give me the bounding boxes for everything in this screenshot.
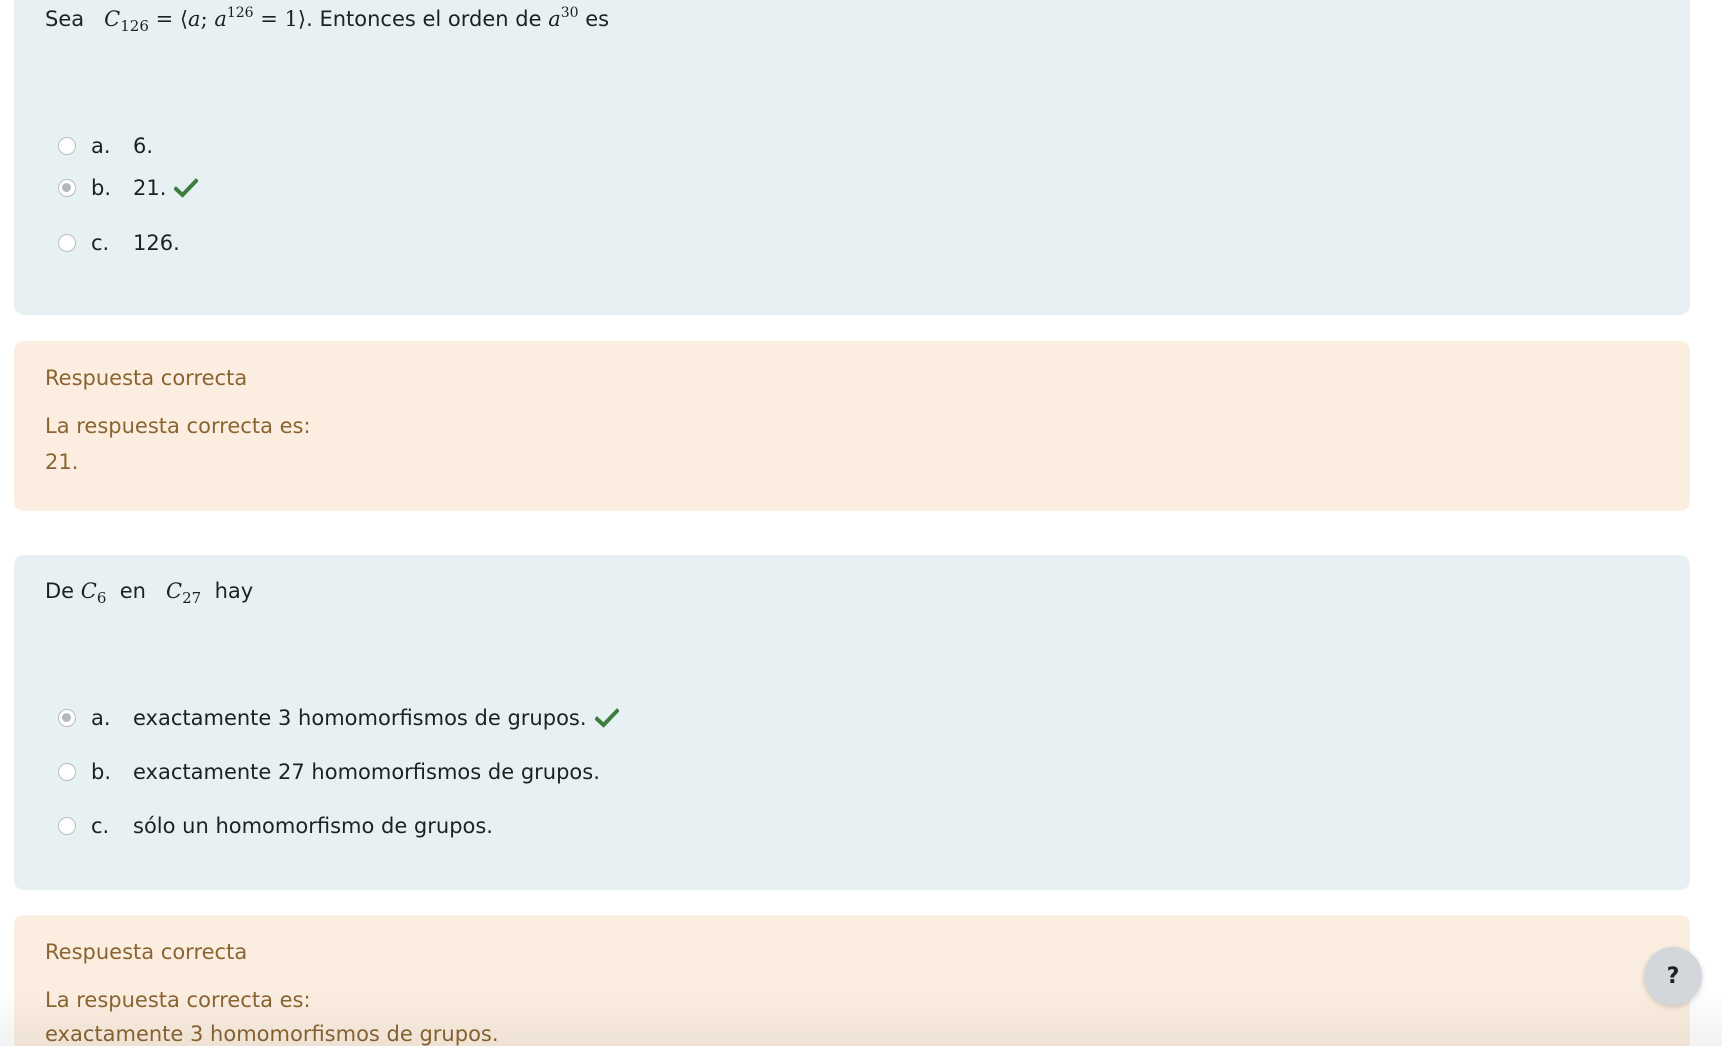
option-letter: c. — [91, 231, 110, 255]
correct-answer-value: 21. — [45, 450, 79, 474]
math-equals-one: = 1⟩ — [253, 7, 307, 31]
option-letter: b. — [91, 176, 112, 200]
option-letter: a. — [91, 134, 111, 158]
option-text: 21. — [133, 176, 167, 200]
question-mark-icon: ? — [1666, 963, 1680, 989]
question-1-panel: Sea C126 = ⟨a; a126 = 1⟩. Entonces el or… — [14, 0, 1690, 315]
option-letter: c. — [91, 814, 110, 838]
correct-answer-value: exactamente 3 homomorfismos de grupos. — [45, 1022, 499, 1046]
feedback-2-panel: Respuesta correcta La respuesta correcta… — [14, 915, 1690, 1046]
question-text-suffix: es — [585, 7, 610, 31]
radio-button[interactable] — [58, 234, 76, 252]
feedback-status: Respuesta correcta — [45, 940, 248, 964]
question-text-mid: . Entonces el orden de — [306, 7, 542, 31]
question-2-panel: De C6 en C27 hay a. exactamente 3 homomo… — [14, 555, 1690, 890]
question-1-text: Sea C126 = ⟨a; a126 = 1⟩. Entonces el or… — [45, 5, 609, 36]
math-C: C — [104, 7, 121, 31]
correct-answer-label: La respuesta correcta es: — [45, 414, 311, 438]
option-text: exactamente 27 homomorfismos de grupos. — [133, 760, 600, 784]
radio-button[interactable] — [58, 817, 76, 835]
answer-option-c[interactable]: c. 126. — [58, 228, 180, 258]
math-subscript: 27 — [182, 589, 202, 607]
radio-button-selected[interactable] — [58, 179, 76, 197]
math-superscript-30: 30 — [560, 5, 579, 21]
math-a-power: a — [214, 7, 227, 31]
correct-answer-label: La respuesta correcta es: — [45, 988, 311, 1012]
feedback-1-panel: Respuesta correcta La respuesta correcta… — [14, 341, 1690, 511]
answer-option-a[interactable]: a. exactamente 3 homomorfismos de grupos… — [58, 703, 619, 733]
question-text-prefix: De — [45, 579, 75, 603]
option-text: exactamente 3 homomorfismos de grupos. — [133, 706, 587, 730]
help-button[interactable]: ? — [1644, 947, 1702, 1005]
option-text: 126. — [133, 231, 180, 255]
question-text-prefix: Sea — [45, 7, 85, 31]
check-icon — [174, 178, 199, 198]
radio-button[interactable] — [58, 137, 76, 155]
option-text: 6. — [133, 134, 154, 158]
radio-button[interactable] — [58, 763, 76, 781]
answer-option-b[interactable]: b. 21. — [58, 173, 199, 203]
option-text: sólo un homomorfismo de grupos. — [133, 814, 493, 838]
answer-option-a[interactable]: a. 6. — [58, 131, 153, 161]
math-equals: = ⟨ — [155, 7, 189, 31]
math-C: C — [80, 579, 97, 603]
feedback-status: Respuesta correcta — [45, 366, 248, 390]
math-subscript: 6 — [96, 589, 107, 607]
radio-button-selected[interactable] — [58, 709, 76, 727]
answer-option-c[interactable]: c. sólo un homomorfismo de grupos. — [58, 811, 493, 841]
math-C: C — [166, 579, 183, 603]
option-letter: a. — [91, 706, 111, 730]
question-text-suffix: hay — [214, 579, 254, 603]
question-text-mid: en — [119, 579, 146, 603]
check-icon — [594, 708, 619, 728]
question-2-text: De C6 en C27 hay — [45, 577, 253, 607]
math-a: a — [188, 7, 201, 31]
answer-option-b[interactable]: b. exactamente 27 homomorfismos de grupo… — [58, 757, 600, 787]
math-superscript: 126 — [226, 5, 254, 21]
math-subscript: 126 — [120, 17, 149, 35]
math-a-30: a — [548, 7, 561, 31]
option-letter: b. — [91, 760, 112, 784]
math-semicolon: ; — [200, 7, 215, 31]
